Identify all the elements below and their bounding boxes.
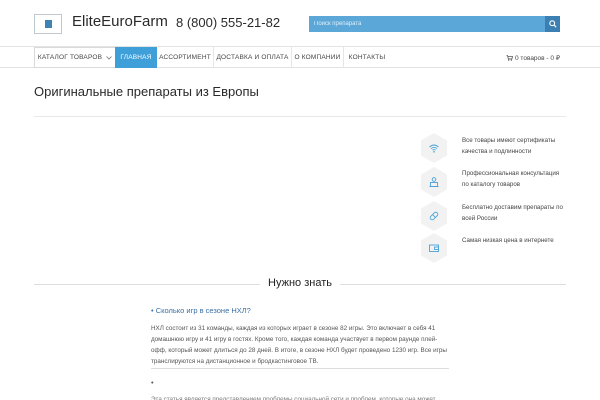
wifi-icon — [429, 144, 439, 153]
search-icon — [548, 20, 557, 28]
wallet-icon — [429, 244, 439, 252]
section-divider-left — [34, 284, 260, 285]
search-input[interactable] — [309, 16, 545, 32]
section-title: Нужно знать — [268, 277, 332, 289]
nav-home[interactable]: ГЛАВНАЯ — [115, 47, 157, 68]
main-nav: КАТАЛОГ ТОВАРОВ ГЛАВНАЯ АССОРТИМЕНТ ДОСТ… — [0, 46, 600, 68]
brand-name[interactable]: EliteEuroFarm — [72, 13, 168, 30]
cart-icon — [506, 54, 513, 61]
header: EliteEuroFarm 8 (800) 555-21-82 — [0, 0, 600, 46]
feature-text-3: Бесплатно доставим препараты по всей Рос… — [462, 204, 563, 222]
consultant-icon — [429, 177, 439, 187]
feature-text-1: Все товары имеют сертификаты качества и … — [462, 137, 556, 155]
search-bar — [309, 16, 560, 32]
cart-summary: 0 товаров - 0 ₽ — [515, 54, 560, 62]
search-button[interactable] — [545, 16, 560, 32]
nav-catalog-label: КАТАЛОГ ТОВАРОВ — [37, 54, 103, 61]
faq-question-2[interactable]: • — [151, 378, 154, 387]
pill-icon — [429, 211, 439, 221]
feature-text-4: Самая низкая цена в интернете — [462, 237, 554, 244]
logo-mark-icon — [45, 20, 52, 28]
phone-number[interactable]: 8 (800) 555-21-82 — [176, 15, 280, 30]
faq-answer-2: Эта статья является представлением пробл… — [151, 396, 436, 400]
nav-contacts[interactable]: КОНТАКТЫ — [344, 47, 390, 68]
section-divider-right — [340, 284, 566, 285]
divider — [34, 116, 566, 117]
feature-hex-2 — [421, 167, 447, 197]
cart-link[interactable]: 0 товаров - 0 ₽ — [506, 47, 560, 68]
nav-assortment[interactable]: АССОРТИМЕНТ — [157, 47, 214, 68]
feature-text-2: Профессиональная консультация по каталог… — [462, 170, 560, 188]
feature-hex-1 — [421, 133, 447, 163]
feature-hex-3 — [421, 201, 447, 231]
nav-about[interactable]: О КОМПАНИИ — [292, 47, 344, 68]
nav-catalog[interactable]: КАТАЛОГ ТОВАРОВ — [34, 47, 116, 68]
logo[interactable] — [34, 14, 62, 34]
page-title: Оригинальные препараты из Европы — [34, 84, 259, 99]
faq-answer-1: НХЛ состоит из 31 команды, каждая из кот… — [151, 325, 447, 365]
chevron-down-icon — [106, 55, 112, 60]
feature-hex-4 — [421, 233, 447, 263]
faq-divider — [151, 368, 449, 369]
nav-delivery[interactable]: ДОСТАВКА И ОПЛАТА — [214, 47, 292, 68]
faq-question-1[interactable]: • Сколько игр в сезоне НХЛ? — [151, 306, 251, 315]
